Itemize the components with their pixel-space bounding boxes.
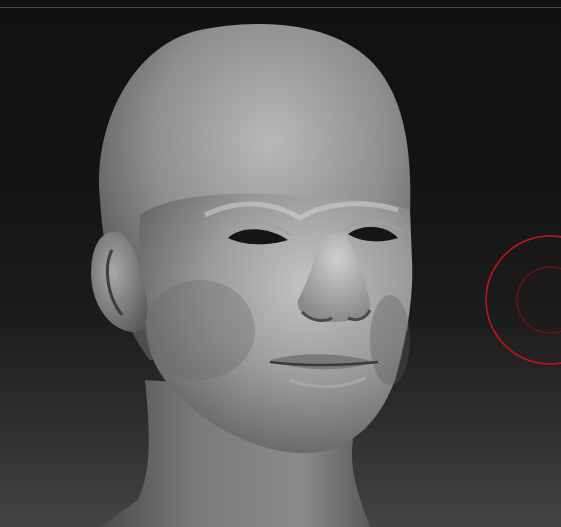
3d-viewport-canvas[interactable] [0, 8, 561, 527]
brush-inner-ring-icon [516, 266, 561, 334]
sculpt-app [0, 0, 561, 527]
brush-outer-ring-icon [485, 235, 561, 365]
brush-cursor [485, 235, 561, 365]
